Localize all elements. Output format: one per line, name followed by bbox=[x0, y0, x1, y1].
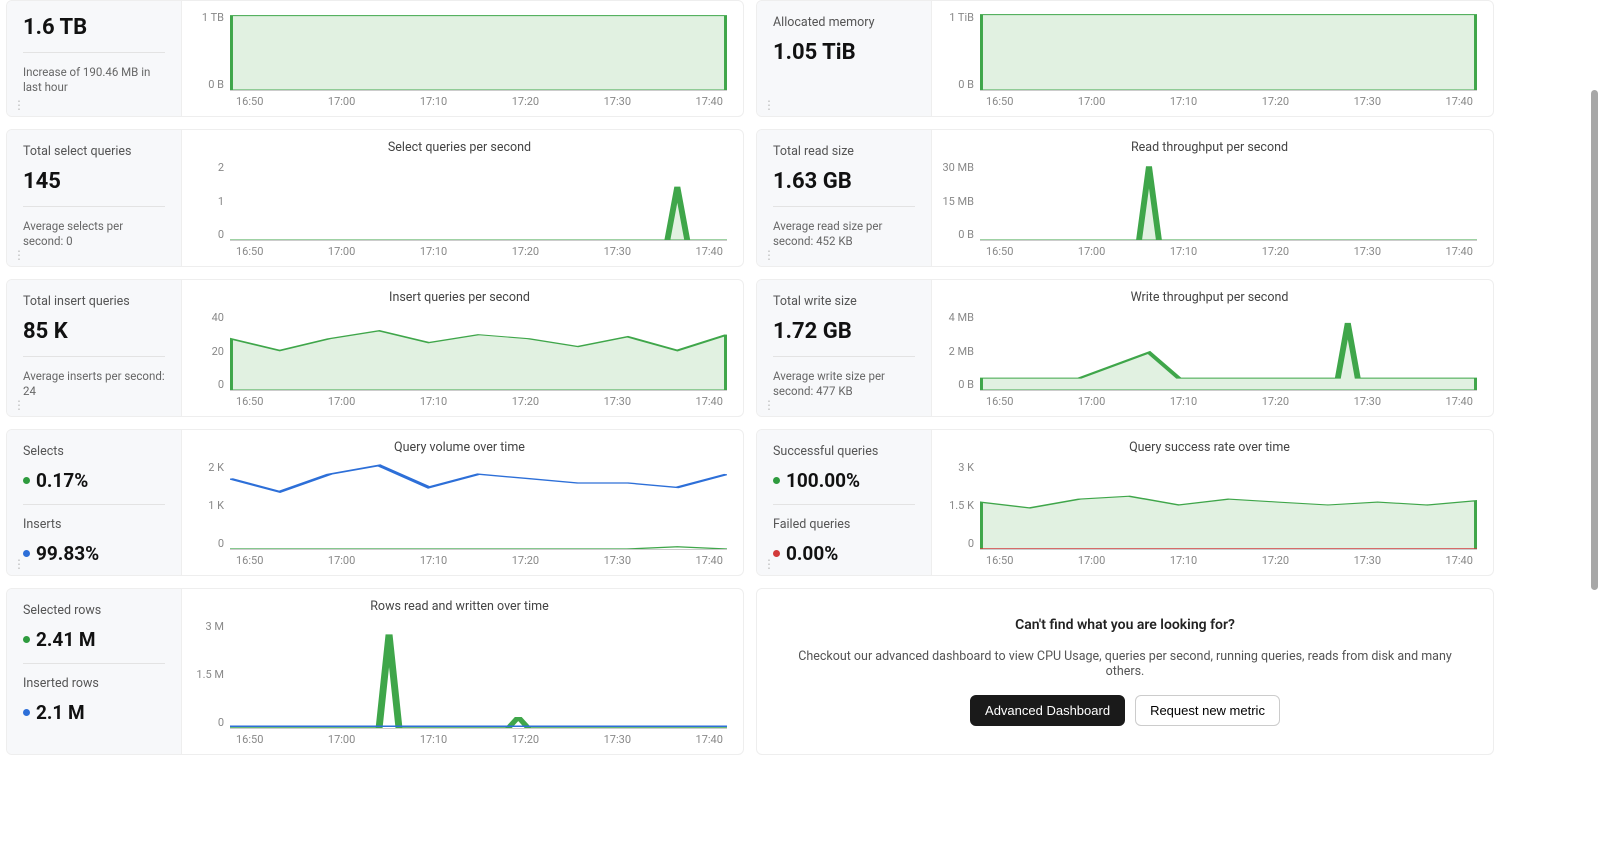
chart-title: Read throughput per second bbox=[942, 140, 1477, 155]
inserts-pct: 99.83% bbox=[36, 542, 99, 565]
card-write-throughput: Total write size 1.72 GB Average write s… bbox=[756, 279, 1494, 417]
chart-query-volume[interactable] bbox=[230, 461, 727, 550]
insert-value: 85 K bbox=[23, 319, 165, 344]
chart-title: Query success rate over time bbox=[942, 440, 1477, 455]
x-axis-labels: 16:5017:0017:1017:2017:3017:40 bbox=[942, 391, 1477, 408]
y-axis-labels: 3 K 1.5 K 0 bbox=[942, 461, 980, 550]
chart-rows-rw[interactable] bbox=[230, 620, 727, 729]
y-axis-labels: 1 TiB 0 B bbox=[942, 11, 980, 91]
y-axis-labels: 1 TB 0 B bbox=[192, 11, 230, 91]
chart-disk[interactable] bbox=[230, 11, 727, 91]
x-axis-labels: 16:5017:0017:1017:2017:3017:40 bbox=[192, 91, 727, 108]
chart-title: Query volume over time bbox=[192, 440, 727, 455]
card-disk-usage: 1.6 TB Increase of 190.46 MB in last hou… bbox=[6, 0, 744, 117]
chart-write-throughput[interactable] bbox=[980, 311, 1477, 391]
failed-label: Failed queries bbox=[773, 517, 915, 532]
inserted-rows-value: 2.1 M bbox=[36, 701, 85, 724]
y-axis-labels: 3 M 1.5 M 0 bbox=[192, 620, 230, 729]
card-read-throughput: Total read size 1.63 GB Average read siz… bbox=[756, 129, 1494, 267]
chart-insert-qps[interactable] bbox=[230, 311, 727, 391]
dot-icon bbox=[23, 636, 30, 643]
scrollbar-thumb[interactable] bbox=[1591, 90, 1598, 590]
selects-label: Selects bbox=[23, 444, 165, 459]
card-menu-icon[interactable]: ⋮ bbox=[13, 557, 26, 571]
card-menu-icon[interactable]: ⋮ bbox=[763, 398, 776, 412]
card-insert-queries: Total insert queries 85 K Average insert… bbox=[6, 279, 744, 417]
failed-pct: 0.00% bbox=[786, 542, 838, 565]
write-sub: Average write size per second: 477 KB bbox=[773, 369, 915, 399]
y-axis-labels: 2 K 1 K 0 bbox=[192, 461, 230, 550]
disk-usage-value: 1.6 TB bbox=[23, 15, 165, 40]
selected-rows-label: Selected rows bbox=[23, 603, 165, 618]
card-query-success: Successful queries 100.00% Failed querie… bbox=[756, 429, 1494, 576]
read-label: Total read size bbox=[773, 144, 915, 159]
select-label: Total select queries bbox=[23, 144, 165, 159]
dot-icon bbox=[23, 709, 30, 716]
x-axis-labels: 16:5017:0017:1017:2017:3017:40 bbox=[192, 241, 727, 258]
inserted-rows-label: Inserted rows bbox=[23, 676, 165, 691]
card-footer-cta: Can't find what you are looking for? Che… bbox=[756, 588, 1494, 755]
footer-heading: Can't find what you are looking for? bbox=[1015, 617, 1235, 633]
x-axis-labels: 16:5017:0017:1017:2017:3017:40 bbox=[942, 91, 1477, 108]
dot-icon bbox=[23, 550, 30, 557]
x-axis-labels: 16:5017:0017:1017:2017:3017:40 bbox=[942, 550, 1477, 567]
chart-select-qps[interactable] bbox=[230, 161, 727, 241]
selects-pct: 0.17% bbox=[36, 469, 88, 492]
x-axis-labels: 16:5017:0017:1017:2017:3017:40 bbox=[942, 241, 1477, 258]
insert-sub: Average inserts per second: 24 bbox=[23, 369, 165, 399]
advanced-dashboard-button[interactable]: Advanced Dashboard bbox=[970, 695, 1125, 726]
chart-query-success[interactable] bbox=[980, 461, 1477, 550]
disk-usage-sub: Increase of 190.46 MB in last hour bbox=[23, 65, 165, 95]
card-menu-icon[interactable]: ⋮ bbox=[13, 248, 26, 262]
chart-title: Write throughput per second bbox=[942, 290, 1477, 305]
select-value: 145 bbox=[23, 169, 165, 194]
memory-value: 1.05 TiB bbox=[773, 40, 915, 65]
card-menu-icon[interactable]: ⋮ bbox=[13, 98, 26, 112]
selected-rows-value: 2.41 M bbox=[36, 628, 96, 651]
scrollbar[interactable] bbox=[1591, 0, 1598, 846]
read-sub: Average read size per second: 452 KB bbox=[773, 219, 915, 249]
x-axis-labels: 16:5017:0017:1017:2017:3017:40 bbox=[192, 391, 727, 408]
card-menu-icon[interactable]: ⋮ bbox=[763, 248, 776, 262]
card-menu-icon[interactable]: ⋮ bbox=[763, 98, 776, 112]
card-select-queries: Total select queries 145 Average selects… bbox=[6, 129, 744, 267]
x-axis-labels: 16:5017:0017:1017:2017:3017:40 bbox=[192, 729, 727, 746]
chart-read-throughput[interactable] bbox=[980, 161, 1477, 241]
chart-title: Rows read and written over time bbox=[192, 599, 727, 614]
success-label: Successful queries bbox=[773, 444, 915, 459]
y-axis-labels: 2 1 0 bbox=[192, 161, 230, 241]
y-axis-labels: 40 20 0 bbox=[192, 311, 230, 391]
chart-title: Select queries per second bbox=[192, 140, 727, 155]
write-value: 1.72 GB bbox=[773, 319, 915, 344]
dot-icon bbox=[773, 477, 780, 484]
insert-label: Total insert queries bbox=[23, 294, 165, 309]
chart-memory[interactable] bbox=[980, 11, 1477, 91]
x-axis-labels: 16:5017:0017:1017:2017:3017:40 bbox=[192, 550, 727, 567]
y-axis-labels: 4 MB 2 MB 0 B bbox=[942, 311, 980, 391]
chart-title: Insert queries per second bbox=[192, 290, 727, 305]
dot-icon bbox=[773, 550, 780, 557]
select-sub: Average selects per second: 0 bbox=[23, 219, 165, 249]
success-pct: 100.00% bbox=[786, 469, 860, 492]
card-menu-icon[interactable]: ⋮ bbox=[13, 398, 26, 412]
card-allocated-memory: Allocated memory 1.05 TiB ⋮ 1 TiB 0 B 16… bbox=[756, 0, 1494, 117]
y-axis-labels: 30 MB 15 MB 0 B bbox=[942, 161, 980, 241]
card-query-volume: Selects 0.17% Inserts 99.83% ⋮ Query vol… bbox=[6, 429, 744, 576]
card-rows-rw: Selected rows 2.41 M Inserted rows 2.1 M… bbox=[6, 588, 744, 755]
write-label: Total write size bbox=[773, 294, 915, 309]
memory-label: Allocated memory bbox=[773, 15, 915, 30]
inserts-label: Inserts bbox=[23, 517, 165, 532]
request-metric-button[interactable]: Request new metric bbox=[1135, 695, 1280, 726]
read-value: 1.63 GB bbox=[773, 169, 915, 194]
card-menu-icon[interactable]: ⋮ bbox=[763, 557, 776, 571]
dot-icon bbox=[23, 477, 30, 484]
footer-text: Checkout our advanced dashboard to view … bbox=[781, 649, 1469, 679]
